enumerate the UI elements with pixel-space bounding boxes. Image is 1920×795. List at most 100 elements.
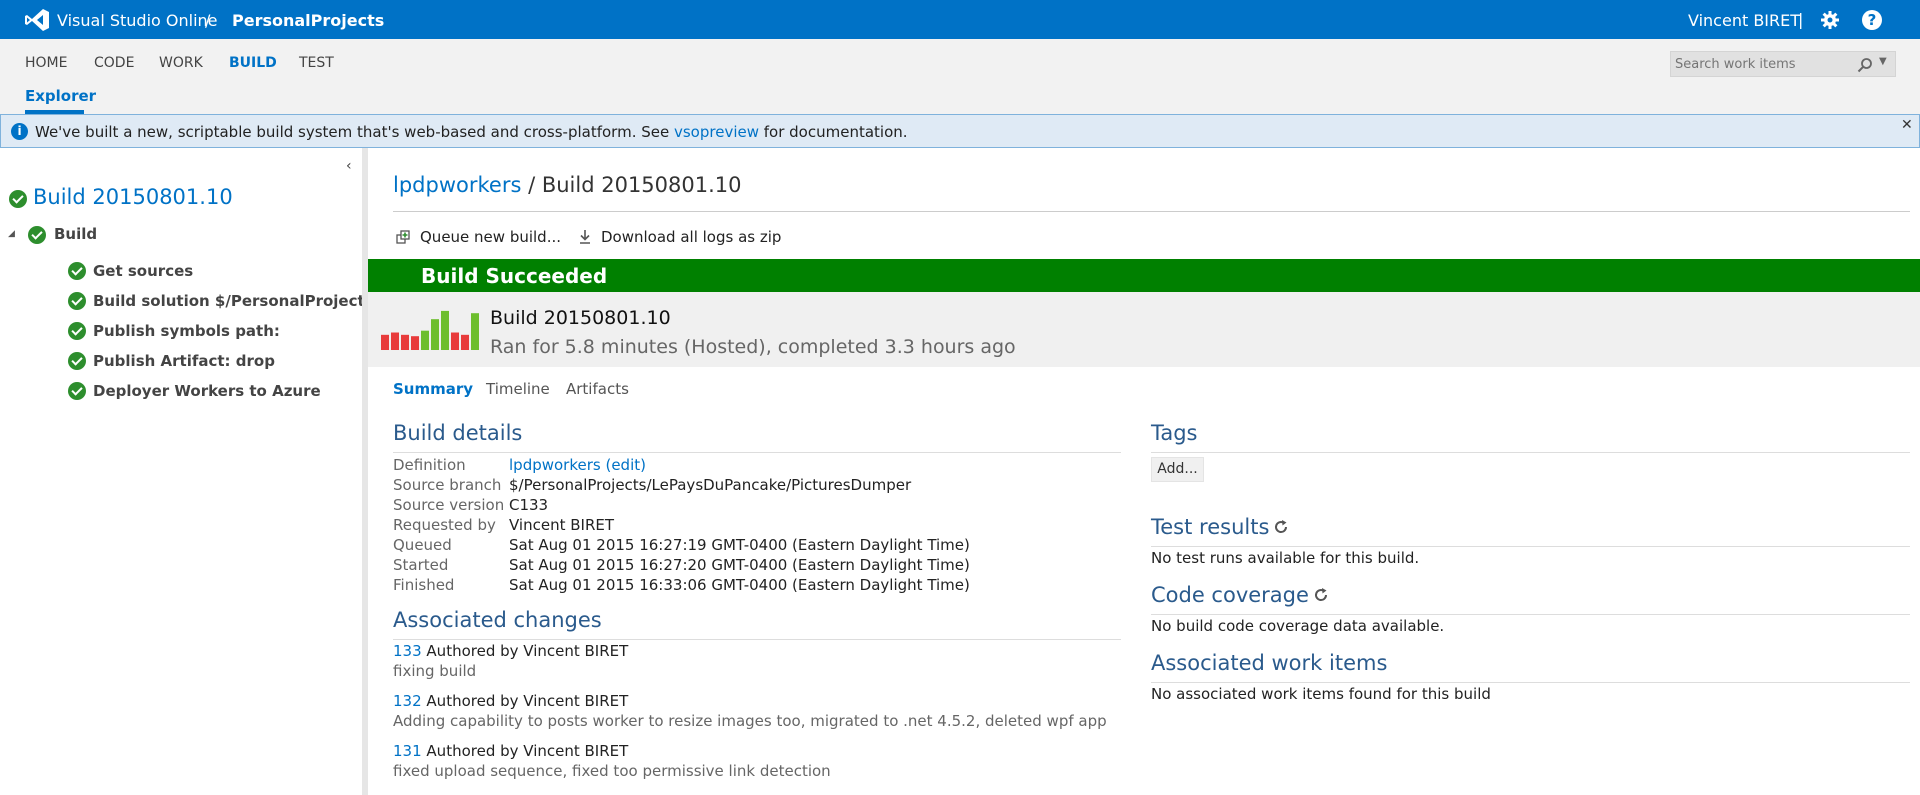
tree-step-label[interactable]: Publish Artifact: drop [93, 352, 275, 370]
change-author: Authored by Vincent BIRET [426, 742, 629, 760]
detail-key: Source branch [393, 476, 502, 494]
change-header: 133 Authored by Vincent BIRET [393, 642, 628, 660]
detail-key: Started [393, 556, 449, 574]
refresh-icon[interactable] [1273, 519, 1289, 535]
nav-code[interactable]: CODE [94, 55, 134, 71]
changeset-link[interactable]: 133 [393, 642, 422, 660]
section-divider [393, 639, 1121, 640]
detail-value: Sat Aug 01 2015 16:27:20 GMT-0400 (Easte… [509, 556, 970, 574]
success-check-icon [68, 292, 86, 310]
vs-logo-icon[interactable] [24, 8, 50, 32]
project-link[interactable]: PersonalProjects [232, 11, 384, 30]
refresh-icon[interactable] [1313, 587, 1329, 603]
help-icon[interactable]: ? [1862, 10, 1882, 30]
build-history-bar[interactable] [421, 330, 429, 350]
detail-key: Queued [393, 536, 452, 554]
code-coverage-label: Code coverage [1151, 583, 1309, 607]
build-history-bar[interactable] [461, 334, 469, 350]
search-dropdown-icon[interactable]: ▼ [1879, 56, 1887, 67]
work-items-title: Associated work items [1151, 651, 1388, 675]
subnav-explorer[interactable]: Explorer [25, 87, 96, 105]
tags-title: Tags [1151, 421, 1198, 445]
queue-build-icon [396, 230, 410, 244]
tree-step-label[interactable]: Build solution $/PersonalProjects/L... [93, 292, 406, 310]
build-details-title: Build details [393, 421, 523, 445]
tab-timeline[interactable]: Timeline [486, 380, 550, 398]
build-history-bar[interactable] [471, 313, 479, 350]
vsopreview-link[interactable]: vsopreview [674, 123, 759, 141]
collapse-icon[interactable]: ‹ [346, 158, 352, 174]
search-icon[interactable] [1857, 57, 1873, 73]
build-history-bar[interactable] [381, 334, 389, 350]
search-input[interactable] [1675, 55, 1855, 73]
build-history-bar[interactable] [401, 334, 409, 350]
change-author: Authored by Vincent BIRET [426, 692, 629, 710]
header-divider [393, 211, 1910, 212]
work-items-text: No associated work items found for this … [1151, 685, 1491, 703]
search-box[interactable]: ▼ [1670, 51, 1896, 77]
build-history-bar[interactable] [411, 336, 419, 350]
change-message: fixed upload sequence, fixed too permiss… [393, 762, 831, 780]
detail-value: Vincent BIRET [509, 516, 615, 534]
tab-summary[interactable]: Summary [393, 380, 473, 398]
nav-bar: HOME CODE WORK BUILD TEST Explorer ▼ [0, 39, 1920, 114]
tree-step[interactable]: Publish Artifact: drop [68, 352, 275, 374]
left-pane: ‹ Build 20150801.10 ◢ Build Get sources … [0, 148, 406, 795]
section-divider [1151, 452, 1910, 453]
changeset-link[interactable]: 131 [393, 742, 422, 760]
nav-test[interactable]: TEST [299, 55, 334, 71]
info-bar: i We've built a new, scriptable build sy… [0, 114, 1920, 148]
tree-step[interactable]: Deployer Workers to Azure [68, 382, 321, 404]
success-check-icon [9, 190, 27, 208]
detail-value: Sat Aug 01 2015 16:27:19 GMT-0400 (Easte… [509, 536, 970, 554]
nav-work[interactable]: WORK [159, 55, 203, 71]
tree-root[interactable]: Build 20150801.10 [9, 185, 233, 212]
definition-link[interactable]: lpdpworkers [393, 173, 521, 197]
tab-artifacts[interactable]: Artifacts [566, 380, 629, 398]
detail-key: Requested by [393, 516, 496, 534]
nav-build[interactable]: BUILD [229, 55, 277, 71]
change-header: 131 Authored by Vincent BIRET [393, 742, 628, 760]
build-history-bar[interactable] [391, 332, 399, 350]
gear-icon[interactable] [1820, 10, 1840, 30]
tree-step-label[interactable]: Deployer Workers to Azure [93, 382, 321, 400]
detail-value: $/PersonalProjects/LePaysDuPancake/Pictu… [509, 476, 912, 494]
nav-home[interactable]: HOME [25, 55, 67, 71]
build-history-bar[interactable] [441, 310, 449, 350]
test-results-label: Test results [1151, 515, 1270, 539]
tree-step-label[interactable]: Publish symbols path: [93, 322, 280, 340]
breadcrumb-separator: / [521, 173, 542, 197]
test-results-title: Test results [1151, 515, 1289, 539]
success-check-icon [68, 262, 86, 280]
queue-build-button[interactable]: Queue new build... [396, 228, 561, 246]
info-text-before: We've built a new, scriptable build syst… [35, 123, 674, 141]
download-icon [580, 230, 590, 244]
detail-key: Source version [393, 496, 505, 514]
build-history-bar[interactable] [451, 332, 459, 350]
tree-step-label[interactable]: Get sources [93, 262, 193, 280]
tree-build-label[interactable]: Build [54, 225, 97, 243]
brand-link[interactable]: Visual Studio Online [57, 11, 218, 30]
build-history-bar[interactable] [431, 319, 439, 350]
success-check-icon [68, 382, 86, 400]
build-history-chart[interactable] [381, 304, 481, 350]
download-logs-label: Download all logs as zip [601, 228, 782, 246]
tree-step[interactable]: Publish symbols path: [68, 322, 280, 344]
definition-edit-link[interactable]: lpdpworkers (edit) [509, 456, 646, 474]
success-check-icon [28, 226, 46, 244]
user-name[interactable]: Vincent BIRET [1688, 11, 1800, 30]
section-divider [1151, 614, 1910, 615]
detail-key: Finished [393, 576, 455, 594]
section-divider [1151, 682, 1910, 683]
status-banner: Build Succeeded [368, 259, 1920, 292]
tree-step[interactable]: Get sources [68, 262, 193, 284]
close-icon[interactable]: ✕ [1901, 117, 1913, 133]
download-logs-button[interactable]: Download all logs as zip [577, 228, 781, 246]
expand-triangle-icon[interactable]: ◢ [8, 229, 15, 239]
add-tag-button[interactable]: Add... [1151, 457, 1204, 482]
change-header: 132 Authored by Vincent BIRET [393, 692, 628, 710]
pane-splitter[interactable] [362, 148, 368, 795]
tree-step[interactable]: Build solution $/PersonalProjects/L... [68, 292, 406, 314]
changeset-link[interactable]: 132 [393, 692, 422, 710]
tree-root-label[interactable]: Build 20150801.10 [33, 185, 233, 209]
